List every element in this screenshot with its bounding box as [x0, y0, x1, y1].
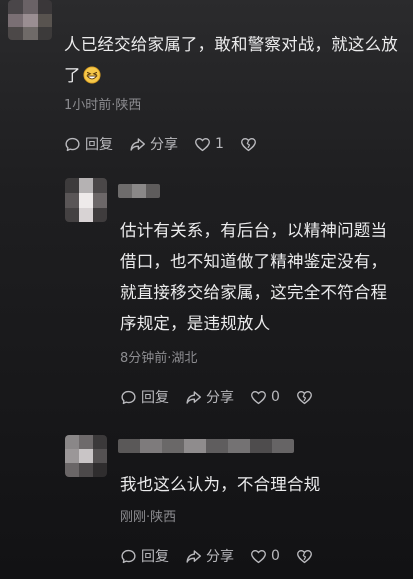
comment-text: 人已经交给家属了，敢和警察对战，就这么放了 [64, 35, 398, 85]
share-label: 分享 [206, 549, 234, 565]
share-label: 分享 [150, 137, 178, 153]
username-blurred [118, 439, 294, 453]
heart-icon [251, 390, 266, 404]
broken-heart-icon [296, 549, 312, 563]
dislike-button[interactable] [296, 548, 317, 565]
comment-actions: 回复 分享 0 [120, 387, 333, 407]
comment-text-line: 借口，也不知道做了精神鉴定没有， [120, 252, 388, 271]
reply-button[interactable]: 回复 [120, 387, 169, 407]
reply-button[interactable]: 回复 [64, 134, 113, 154]
comment-item-1: 人已经交给家属了，敢和警察对战，就这么放了 1小时前·陕西 回复 分享 1 [0, 0, 413, 165]
heart-icon [251, 549, 266, 563]
share-label: 分享 [206, 390, 234, 406]
broken-heart-icon [240, 137, 256, 151]
comment-bubble-icon [121, 390, 136, 404]
avatar-blurred[interactable] [65, 178, 107, 222]
comment-text: 我也这么认为，不合理合规 [120, 475, 321, 494]
broken-heart-icon [296, 390, 312, 404]
like-button[interactable]: 1 [194, 136, 224, 153]
like-count: 1 [215, 136, 224, 152]
comment-meta: 1小时前·陕西 [64, 98, 142, 113]
comment-text-line: 估计有关系，有后台，以精神问题当 [120, 221, 388, 240]
like-count: 0 [271, 389, 280, 405]
like-button[interactable]: 0 [250, 389, 280, 406]
share-button[interactable]: 分享 [185, 387, 234, 407]
grinning-squint-emoji-icon [83, 66, 101, 84]
comment-actions: 回复 分享 1 [64, 134, 277, 154]
share-arrow-icon [186, 549, 201, 563]
comment-actions: 回复 分享 0 [120, 546, 333, 566]
comment-bubble-icon [65, 137, 80, 151]
username-blurred [118, 184, 160, 198]
reply-label: 回复 [141, 549, 169, 565]
like-count: 0 [271, 548, 280, 564]
share-button[interactable]: 分享 [129, 134, 178, 154]
comment-bubble-icon [121, 549, 136, 563]
dislike-button[interactable] [296, 389, 317, 406]
comment-text-line: 就直接移交给家属，这完全不符合程 [120, 283, 388, 302]
reply-label: 回复 [85, 137, 113, 153]
comment-text-line: 序规定，是违规放人 [120, 314, 271, 333]
comment-meta: 刚刚·陕西 [120, 510, 177, 525]
comment-text: 估计有关系，有后台，以精神问题当 借口，也不知道做了精神鉴定没有， 就直接移交给… [120, 215, 410, 339]
avatar-blurred[interactable] [8, 0, 52, 40]
heart-icon [195, 137, 210, 151]
avatar-blurred[interactable] [65, 435, 107, 477]
like-button[interactable]: 0 [250, 548, 280, 565]
comment-item-3: 我也这么认为，不合理合规 刚刚·陕西 回复 分享 0 [0, 425, 413, 579]
reply-button[interactable]: 回复 [120, 546, 169, 566]
share-arrow-icon [130, 137, 145, 151]
comment-item-2: 估计有关系，有后台，以精神问题当 借口，也不知道做了精神鉴定没有， 就直接移交给… [0, 170, 413, 410]
share-arrow-icon [186, 390, 201, 404]
share-button[interactable]: 分享 [185, 546, 234, 566]
comment-meta: 8分钟前·湖北 [120, 351, 198, 366]
reply-label: 回复 [141, 390, 169, 406]
dislike-button[interactable] [240, 136, 261, 153]
